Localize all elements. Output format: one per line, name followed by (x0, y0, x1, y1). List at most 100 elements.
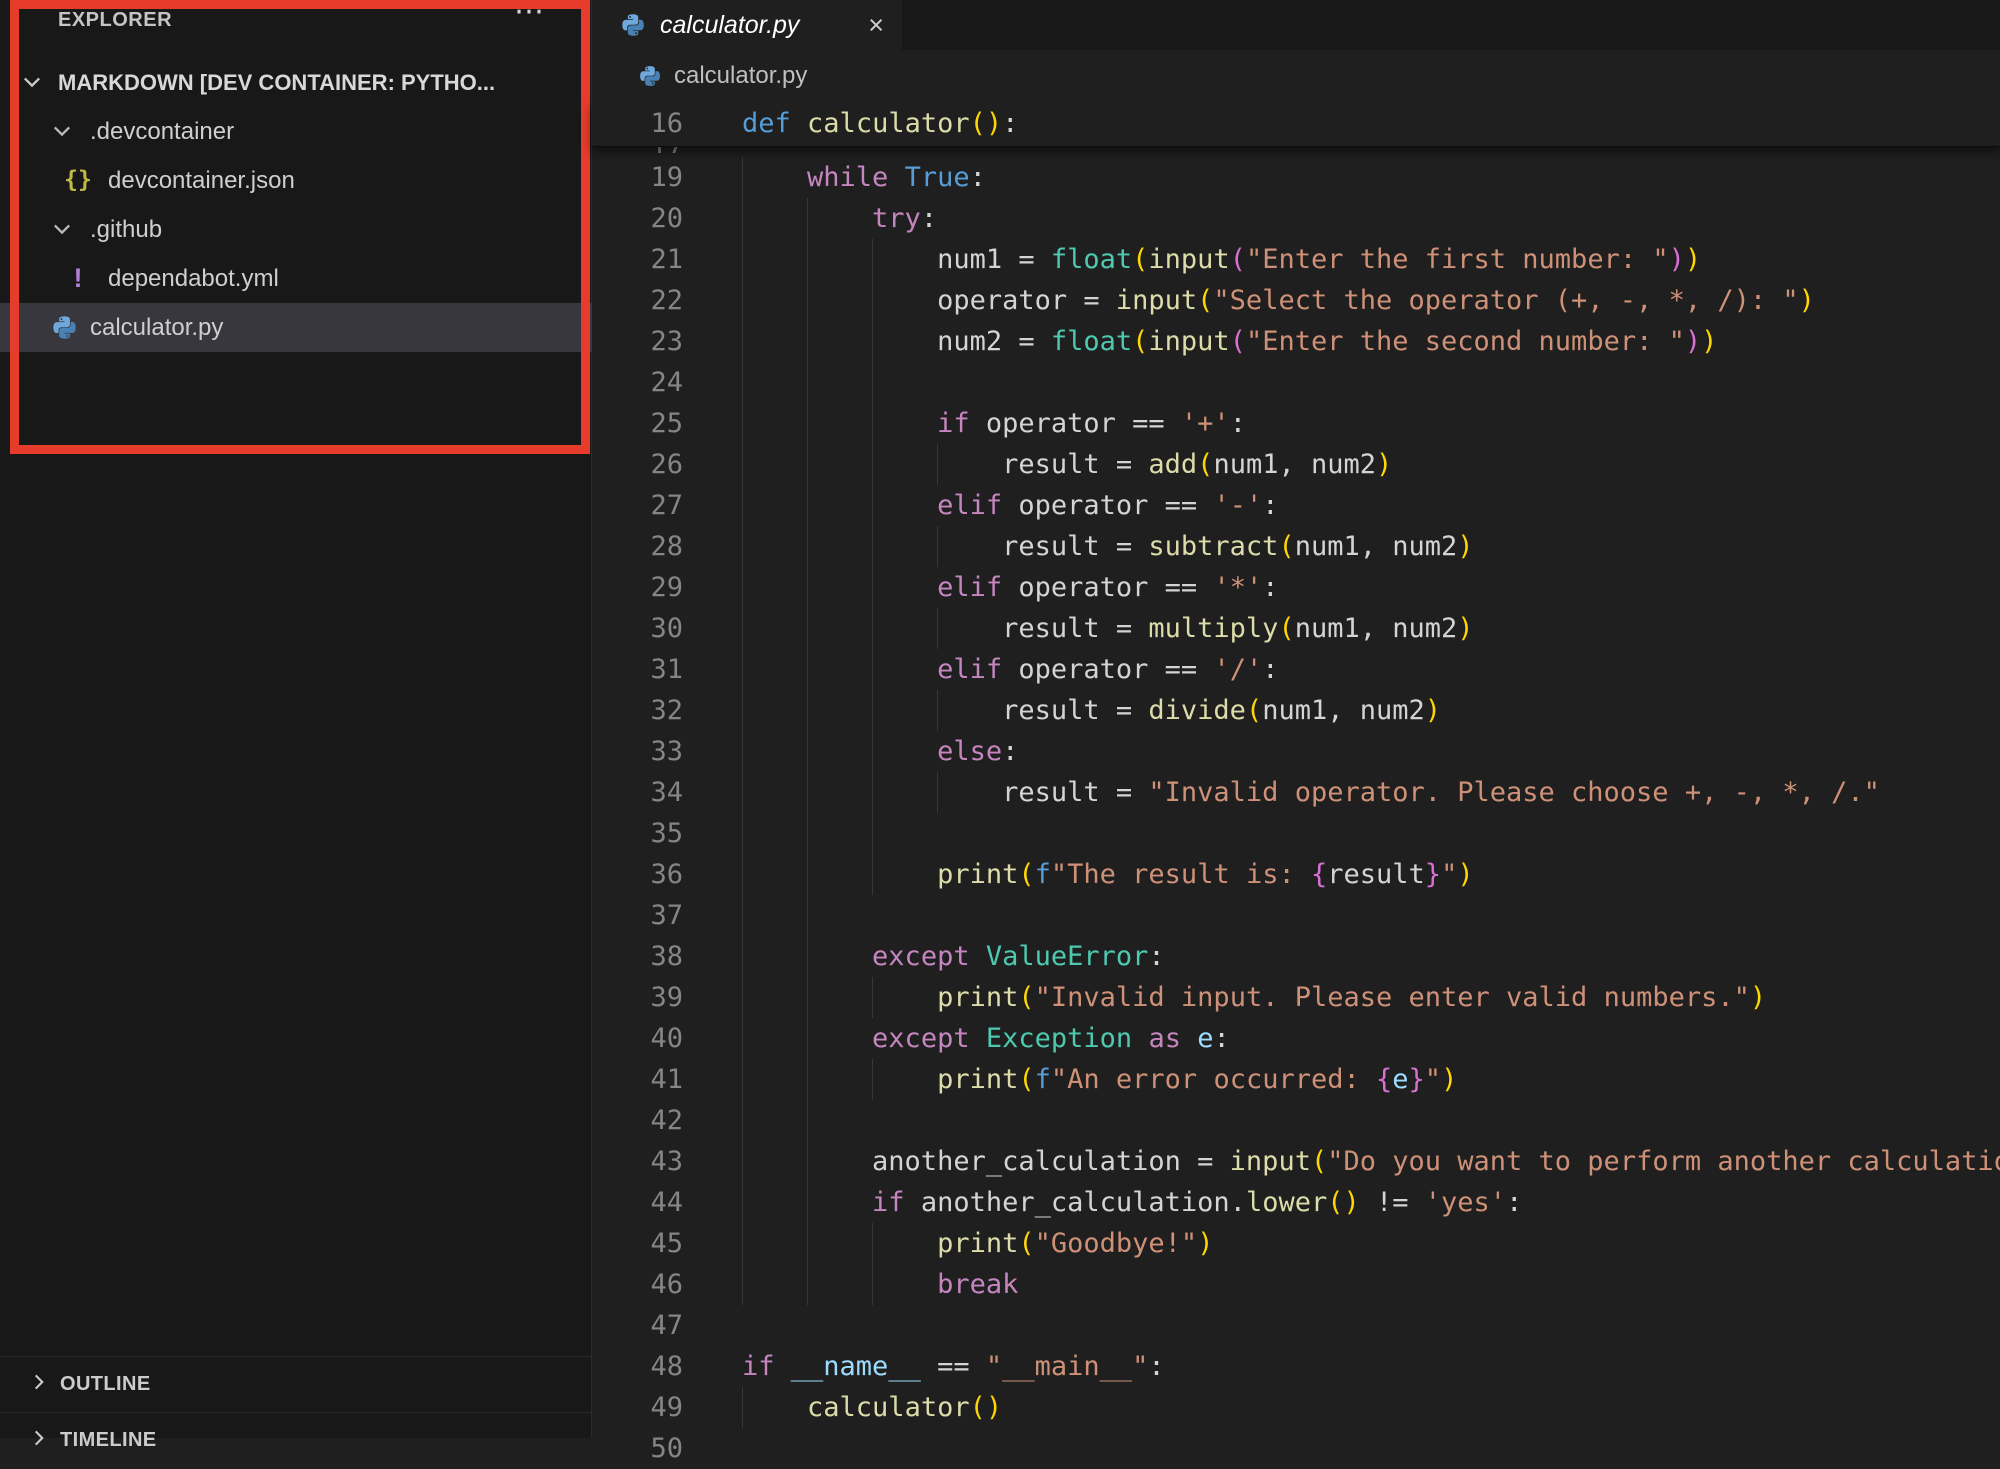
line-number: 35 (592, 813, 683, 854)
code-line-40[interactable]: 40 except Exception as e: (592, 1018, 2000, 1059)
indent-guide (742, 813, 743, 854)
line-content: result = add(num1, num2) (683, 444, 1392, 485)
code-line-36[interactable]: 36 print(f"The result is: {result}") (592, 854, 2000, 895)
sticky-line-number: 16 (592, 102, 683, 146)
line-number: 36 (592, 854, 683, 895)
indent-guide (742, 977, 743, 1018)
tree-item--devcontainer[interactable]: .devcontainer (0, 107, 592, 156)
line-number: 41 (592, 1059, 683, 1100)
indent-guide (937, 772, 938, 813)
indent-guide (742, 526, 743, 567)
indent-guide (937, 608, 938, 649)
indent-guide (807, 895, 808, 936)
python-icon (50, 313, 78, 341)
line-number: 30 (592, 608, 683, 649)
code-line-35[interactable]: 35 (592, 813, 2000, 854)
line-number: 23 (592, 321, 683, 362)
code-line-25[interactable]: 25 if operator == '+': (592, 403, 2000, 444)
line-content: print(f"An error occurred: {e}") (683, 1059, 1457, 1100)
code-line-31[interactable]: 31 elif operator == '/': (592, 649, 2000, 690)
code-area[interactable]: 19 while True:20 try:21 num1 = float(inp… (592, 157, 2000, 1469)
code-line-46[interactable]: 46 break (592, 1264, 2000, 1305)
indent-guide (872, 854, 873, 895)
code-line-24[interactable]: 24 (592, 362, 2000, 403)
indent-guide (742, 731, 743, 772)
tree-item-label: devcontainer.json (108, 167, 295, 195)
tree-item-label: dependabot.yml (108, 265, 279, 293)
close-icon[interactable]: × (868, 12, 884, 39)
workspace-root-row[interactable]: MARKDOWN [DEV CONTAINER: PYTHO... (0, 58, 592, 107)
code-line-21[interactable]: 21 num1 = float(input("Enter the first n… (592, 239, 2000, 280)
more-actions-icon[interactable]: ⋯ (514, 0, 547, 29)
code-line-29[interactable]: 29 elif operator == '*': (592, 567, 2000, 608)
partially-scrolled-line: 17 (592, 147, 683, 153)
indent-guide (872, 772, 873, 813)
code-line-33[interactable]: 33 else: (592, 731, 2000, 772)
code-line-23[interactable]: 23 num2 = float(input("Enter the second … (592, 321, 2000, 362)
code-line-49[interactable]: 49 calculator() (592, 1387, 2000, 1428)
code-line-47[interactable]: 47 (592, 1305, 2000, 1346)
tree-item-devcontainer-json[interactable]: {}devcontainer.json (0, 156, 592, 205)
tree-item--github[interactable]: .github (0, 205, 592, 254)
line-content: except Exception as e: (683, 1018, 1230, 1059)
indent-guide (872, 1223, 873, 1264)
line-content (683, 362, 742, 403)
indent-guide (807, 1059, 808, 1100)
line-number: 38 (592, 936, 683, 977)
code-line-37[interactable]: 37 (592, 895, 2000, 936)
indent-guide (742, 1264, 743, 1305)
line-content: except ValueError: (683, 936, 1165, 977)
code-line-28[interactable]: 28 result = subtract(num1, num2) (592, 526, 2000, 567)
indent-guide (872, 526, 873, 567)
indent-guide (872, 444, 873, 485)
explorer-title: EXPLORER (58, 9, 172, 32)
code-line-41[interactable]: 41 print(f"An error occurred: {e}") (592, 1059, 2000, 1100)
line-number: 34 (592, 772, 683, 813)
code-line-38[interactable]: 38 except ValueError: (592, 936, 2000, 977)
tree-item-calculator-py[interactable]: calculator.py (0, 303, 592, 352)
tab-bar: calculator.py × (592, 0, 2000, 50)
line-number: 24 (592, 362, 683, 403)
indent-guide (742, 649, 743, 690)
code-line-19[interactable]: 19 while True: (592, 157, 2000, 198)
indent-guide (807, 239, 808, 280)
tab-calculator-py[interactable]: calculator.py × (592, 0, 902, 50)
code-line-26[interactable]: 26 result = add(num1, num2) (592, 444, 2000, 485)
code-line-48[interactable]: 48if __name__ == "__main__": (592, 1346, 2000, 1387)
line-number: 31 (592, 649, 683, 690)
indent-guide (872, 280, 873, 321)
chevron-down-icon[interactable] (50, 119, 74, 143)
chevron-down-icon[interactable] (20, 70, 44, 94)
indent-guide (742, 157, 743, 198)
indent-guide (872, 403, 873, 444)
code-line-34[interactable]: 34 result = "Invalid operator. Please ch… (592, 772, 2000, 813)
code-line-50[interactable]: 50 (592, 1428, 2000, 1469)
sticky-scroll-line[interactable]: 16 def calculator(): (592, 102, 2000, 147)
indent-guide (742, 895, 743, 936)
code-line-44[interactable]: 44 if another_calculation.lower() != 'ye… (592, 1182, 2000, 1223)
indent-guide (742, 1387, 743, 1428)
code-line-39[interactable]: 39 print("Invalid input. Please enter va… (592, 977, 2000, 1018)
code-line-42[interactable]: 42 (592, 1100, 2000, 1141)
code-line-32[interactable]: 32 result = divide(num1, num2) (592, 690, 2000, 731)
code-line-22[interactable]: 22 operator = input("Select the operator… (592, 280, 2000, 321)
code-line-43[interactable]: 43 another_calculation = input("Do you w… (592, 1141, 2000, 1182)
line-content (683, 813, 742, 854)
indent-guide (742, 485, 743, 526)
code-line-27[interactable]: 27 elif operator == '-': (592, 485, 2000, 526)
line-content: operator = input("Select the operator (+… (683, 280, 1815, 321)
code-line-30[interactable]: 30 result = multiply(num1, num2) (592, 608, 2000, 649)
tree-item-label: .github (90, 216, 162, 244)
panel-header-outline[interactable]: OUTLINE (0, 1356, 592, 1411)
line-number: 25 (592, 403, 683, 444)
code-line-20[interactable]: 20 try: (592, 198, 2000, 239)
line-number: 28 (592, 526, 683, 567)
breadcrumb[interactable]: calculator.py (592, 50, 2000, 102)
panel-header-timeline[interactable]: TIMELINE (0, 1412, 592, 1467)
indent-guide (872, 485, 873, 526)
chevron-down-icon[interactable] (50, 217, 74, 241)
code-line-45[interactable]: 45 print("Goodbye!") (592, 1223, 2000, 1264)
line-content: if another_calculation.lower() != 'yes': (683, 1182, 1522, 1223)
line-number: 19 (592, 157, 683, 198)
tree-item-dependabot-yml[interactable]: !dependabot.yml (0, 254, 592, 303)
